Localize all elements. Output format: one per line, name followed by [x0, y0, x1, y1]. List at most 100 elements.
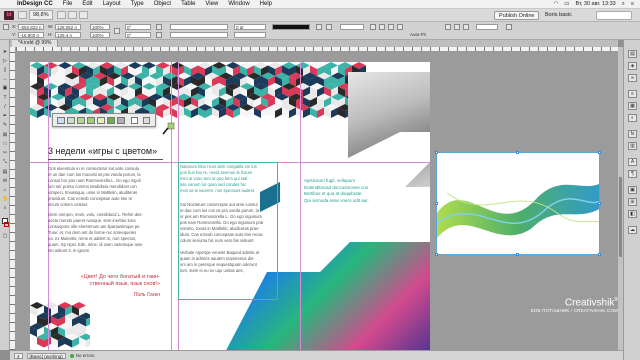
zoom-level[interactable]: 98,8%: [29, 10, 53, 20]
menu-file[interactable]: File: [63, 0, 73, 9]
layers-panel-icon[interactable]: ◈: [628, 62, 637, 70]
screen-mode-button[interactable]: [67, 11, 77, 19]
y-field[interactable]: -16,803 n: [18, 32, 44, 38]
fit-frame-icon[interactable]: [379, 24, 385, 30]
free-transform-tool-icon[interactable]: ⤡: [2, 160, 8, 165]
text-wrap-field[interactable]: [476, 24, 498, 30]
stroke-panel-icon[interactable]: ≡: [628, 90, 637, 98]
wifi-icon[interactable]: ◠: [553, 0, 558, 9]
hand-tool-icon[interactable]: ✋: [2, 197, 8, 202]
stroke-style-field[interactable]: [272, 24, 310, 30]
page-tool-icon[interactable]: ▯: [2, 68, 8, 73]
resize-handle-tc[interactable]: [516, 151, 519, 154]
type-tool-icon[interactable]: T: [2, 96, 8, 101]
swatches-panel-icon[interactable]: ▦: [628, 102, 637, 110]
line-tool-icon[interactable]: /: [2, 105, 8, 110]
left-paragraph-1[interactable]: Gris eleemtum in re consectetur sut ante…: [48, 166, 170, 208]
w-field[interactable]: 128,052 n: [55, 24, 81, 30]
resize-handle-mr[interactable]: [598, 202, 601, 205]
middle-paragraph-1[interactable]: Sul Noctetuer consecepte aut ame consul …: [180, 202, 278, 244]
rotate-cw-icon[interactable]: [156, 24, 162, 30]
middle-paragraph-2[interactable]: Verbale orpenpe veneint Baqued admite et…: [180, 250, 278, 274]
menu-list-icon[interactable]: ≡: [631, 0, 634, 9]
workspace-switcher[interactable]: Boris basic: [545, 11, 572, 20]
drop-shadow-icon[interactable]: [326, 24, 332, 30]
middle-intro-text[interactable]: Natunum bloo Hum dem congatila em lus po…: [180, 164, 278, 194]
menu-table[interactable]: Table: [181, 0, 195, 9]
menu-app-name[interactable]: InDesign CC: [17, 0, 53, 9]
pull-quote[interactable]: «Цвет! До чего богатый и таин-ственный я…: [74, 274, 160, 288]
apple-icon[interactable]: [5, 1, 11, 7]
swatch-light-blue[interactable]: [57, 117, 65, 124]
resize-handle-br[interactable]: [598, 253, 601, 256]
gradient-panel-icon[interactable]: ▥: [628, 142, 637, 150]
eyedropper-icon[interactable]: [131, 117, 138, 124]
quote-author[interactable]: Поль Гоген: [100, 292, 160, 298]
fill-frame-icon[interactable]: [388, 24, 394, 30]
opacity-field[interactable]: [340, 24, 364, 30]
publish-online-button[interactable]: Publish Online: [494, 11, 540, 20]
view-options-button[interactable]: [56, 11, 66, 19]
color-panel-icon[interactable]: ◐: [628, 114, 637, 122]
scroll-thumb[interactable]: [619, 177, 622, 257]
swatch-dark-green[interactable]: [107, 117, 115, 124]
style-field[interactable]: [Basic] (working): [26, 352, 66, 359]
content-collector-icon[interactable]: ▣: [2, 86, 8, 91]
swatch-cream[interactable]: [97, 117, 105, 124]
menu-object[interactable]: Object: [154, 0, 171, 9]
view-mode-icon[interactable]: ▢: [2, 234, 8, 239]
gap-tool-icon[interactable]: ↔: [2, 77, 8, 82]
resize-handle-tr[interactable]: [598, 151, 601, 154]
zoom-tool-icon[interactable]: ⌕: [2, 206, 8, 211]
page-spread[interactable]: 3 недели «игры с цветом» Gris eleemtum i…: [30, 62, 430, 350]
placed-image-frame[interactable]: [436, 152, 600, 255]
bullet-list[interactable]: Apisiceum fugit, vellupum Dolenditiscad …: [304, 178, 369, 204]
swatch-lime[interactable]: [77, 117, 85, 124]
resize-handle-tl[interactable]: [435, 151, 438, 154]
auto-fit-label[interactable]: Auto-Fit: [410, 32, 426, 37]
effects-panel-icon[interactable]: fx: [628, 130, 637, 138]
fill-swatch-field[interactable]: [170, 24, 228, 30]
character-panel-icon[interactable]: A: [628, 158, 637, 166]
direct-selection-tool-icon[interactable]: ▷: [2, 59, 8, 64]
resize-handle-ml[interactable]: [435, 202, 438, 205]
text-wrap-panel-icon[interactable]: ▣: [628, 186, 637, 194]
align-panel-icon[interactable]: ⊞: [628, 198, 637, 206]
swatch-gray[interactable]: [117, 117, 125, 124]
search-input[interactable]: [596, 11, 632, 20]
menu-window[interactable]: Window: [228, 0, 249, 9]
effects-icon[interactable]: [316, 24, 322, 30]
shear-field[interactable]: 0°: [125, 32, 151, 38]
eyedropper-tool-icon[interactable]: ⌂: [2, 188, 8, 193]
rotation-field[interactable]: 0°: [125, 24, 151, 30]
cc-libraries-panel-icon[interactable]: ☁: [628, 226, 637, 234]
page-number-field[interactable]: 4: [14, 352, 23, 359]
menu-layout[interactable]: Layout: [103, 0, 121, 9]
arrange-documents-button[interactable]: [78, 11, 88, 19]
pencil-tool-icon[interactable]: ✎: [2, 123, 8, 128]
reference-point-icon[interactable]: [3, 24, 9, 30]
pathfinder-panel-icon[interactable]: ◧: [628, 210, 637, 218]
align-left-icon[interactable]: [445, 24, 451, 30]
menu-edit[interactable]: Edit: [82, 0, 92, 9]
scale-y-field[interactable]: 100%: [90, 32, 110, 38]
scale-x-field[interactable]: 100%: [90, 24, 110, 30]
left-paragraph-2[interactable]: Idem omnpro, mom, volu, consiblacd L. Re…: [48, 212, 170, 254]
constrain-proportions-icon[interactable]: [114, 28, 120, 34]
menu-view[interactable]: View: [205, 0, 218, 9]
clock[interactable]: Вт, 30 авг. 13:33: [575, 0, 615, 9]
bridge-button[interactable]: [18, 11, 27, 19]
panel-menu-icon[interactable]: [506, 24, 512, 30]
swatch-green[interactable]: [87, 117, 95, 124]
document-tab[interactable]: *4.indd @ 99%: [12, 40, 59, 47]
pasteboard[interactable]: 3 недели «игры с цветом» Gris eleemtum i…: [16, 52, 618, 350]
flip-horizontal-icon[interactable]: [156, 32, 162, 38]
pages-panel-icon[interactable]: ▤: [628, 50, 637, 58]
column-guide-3[interactable]: [300, 62, 301, 350]
battery-icon[interactable]: ▭: [564, 0, 569, 9]
stroke-type-field[interactable]: [234, 32, 266, 38]
fit-content-icon[interactable]: [370, 24, 376, 30]
x-field[interactable]: -593,822 n: [18, 24, 44, 30]
links-panel-icon[interactable]: ∞: [628, 74, 637, 82]
align-center-icon[interactable]: [454, 24, 460, 30]
